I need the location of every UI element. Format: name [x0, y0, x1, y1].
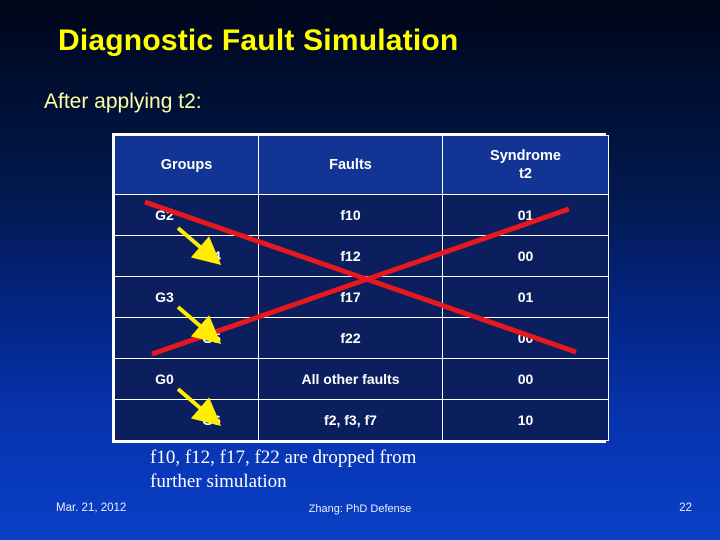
footer-page-number: 22	[679, 502, 692, 514]
fault-groups-table: Groups Faults Syndrome t2 G2 f10 01 G4 f…	[112, 133, 609, 443]
footnote-text: f10, f12, f17, f22 are dropped from furt…	[150, 446, 590, 494]
subtitle-text: After applying t2:	[44, 90, 202, 113]
footnote-line-2: further simulation	[150, 470, 287, 492]
cell-faults: f2, f3, f7	[258, 399, 443, 441]
slide-footer: Mar. 21, 2012 Zhang: PhD Defense 22	[0, 500, 720, 526]
cell-group: G0	[114, 358, 259, 400]
cell-group: G2	[114, 194, 259, 236]
cell-faults: f12	[258, 235, 443, 277]
cell-syndrome: 00	[442, 358, 609, 400]
cell-syndrome: 00	[442, 235, 609, 277]
column-header-faults: Faults	[258, 135, 443, 195]
cell-group: G5	[114, 317, 259, 359]
cell-faults: f22	[258, 317, 443, 359]
page-title: Diagnostic Fault Simulation	[58, 24, 459, 57]
cell-group: G3	[114, 276, 259, 318]
cell-syndrome: 10	[442, 399, 609, 441]
group-label: G6	[202, 412, 221, 428]
group-label: G3	[155, 289, 174, 305]
table-row: G6 f2, f3, f7 10	[114, 399, 609, 441]
cell-syndrome: 00	[442, 317, 609, 359]
cell-syndrome: 01	[442, 276, 609, 318]
column-header-groups: Groups	[114, 135, 259, 195]
cell-group: G4	[114, 235, 259, 277]
table-row: G2 f10 01	[114, 194, 609, 236]
cell-group: G6	[114, 399, 259, 441]
cell-faults: All other faults	[258, 358, 443, 400]
group-label: G2	[155, 207, 174, 223]
group-label: G5	[202, 330, 221, 346]
column-header-syndrome-line2: t2	[519, 166, 532, 182]
footnote-line-1: f10, f12, f17, f22 are dropped from	[150, 447, 417, 468]
table-row: G4 f12 00	[114, 235, 609, 277]
table-header: Groups Faults Syndrome t2	[114, 135, 609, 195]
column-header-syndrome: Syndrome t2	[442, 135, 609, 195]
table-body: G2 f10 01 G4 f12 00 G3 f17 01 G5 f22 00 …	[114, 194, 609, 441]
cell-faults: f10	[258, 194, 443, 236]
table-row: G5 f22 00	[114, 317, 609, 359]
table-row: G0 All other faults 00	[114, 358, 609, 400]
footer-center-text: Zhang: PhD Defense	[308, 503, 412, 515]
table-header-row: Groups Faults Syndrome t2	[114, 135, 609, 195]
table: Groups Faults Syndrome t2 G2 f10 01 G4 f…	[114, 135, 609, 441]
cell-faults: f17	[258, 276, 443, 318]
column-header-syndrome-line1: Syndrome	[490, 147, 561, 164]
slide-canvas: Diagnostic Fault Simulation After applyi…	[0, 0, 720, 540]
table-row: G3 f17 01	[114, 276, 609, 318]
cell-syndrome: 01	[442, 194, 609, 236]
group-label: G0	[155, 371, 174, 387]
group-label: G4	[202, 248, 221, 264]
